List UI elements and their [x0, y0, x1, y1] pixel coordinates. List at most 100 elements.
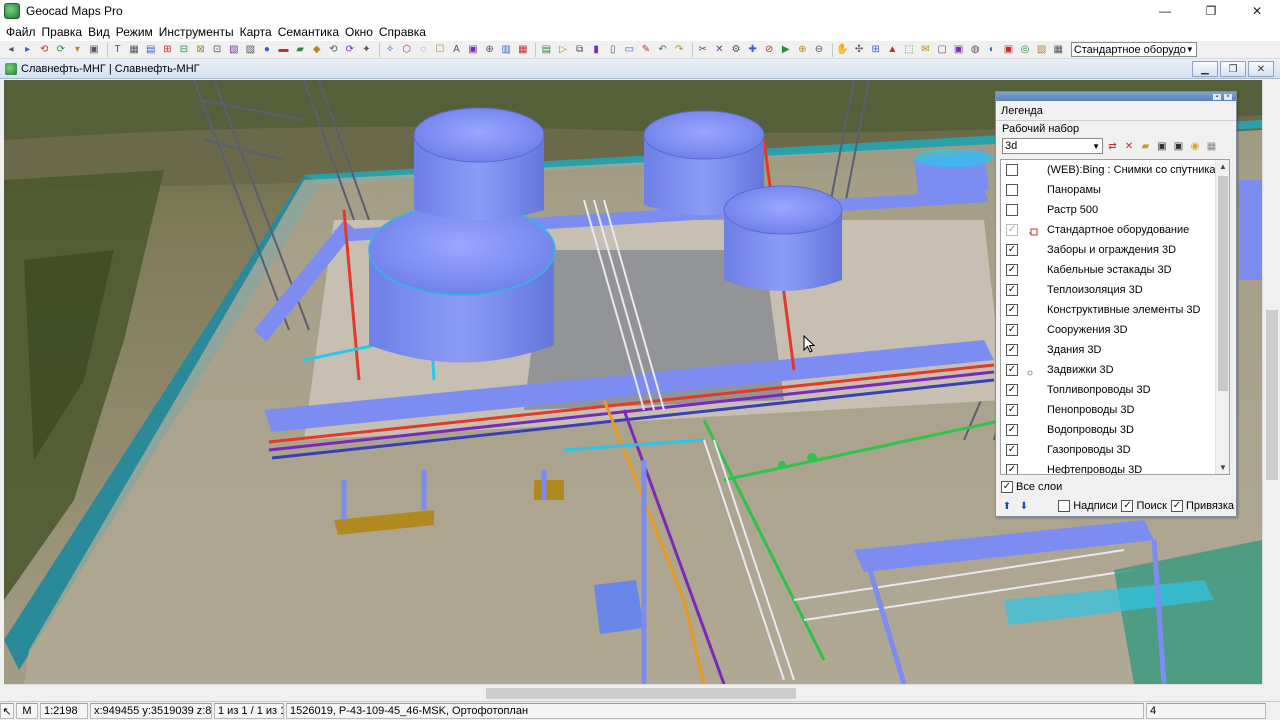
layer-visibility-checkbox[interactable]	[1006, 164, 1018, 176]
toolbar-tool-icon[interactable]: ▦	[127, 43, 141, 57]
layer-row[interactable]: ✓ Стандартное оборудование	[1001, 220, 1229, 240]
toolbar-tool-icon[interactable]: ▣	[952, 43, 966, 57]
legend-settings-icon[interactable]: ▦	[1205, 139, 1219, 153]
toolbar-tool-icon[interactable]: ▲	[885, 43, 899, 57]
legend-save-icon[interactable]: ▣	[1155, 139, 1169, 153]
toolbar-tool-icon[interactable]: ▭	[622, 43, 636, 57]
toolbar-tool-icon[interactable]: T	[111, 43, 125, 57]
toolbar-tool-icon[interactable]: ⊞	[869, 43, 883, 57]
horizontal-scroll-thumb[interactable]	[486, 688, 796, 699]
layer-list-scroll-thumb[interactable]	[1218, 176, 1228, 391]
layer-visibility-checkbox[interactable]: ✓	[1006, 244, 1018, 256]
toolbar-tool-icon[interactable]: ▤	[539, 43, 553, 57]
snap-option[interactable]: ✓ Привязка	[1170, 500, 1234, 512]
toolbar-tool-icon[interactable]: ◎	[1018, 43, 1032, 57]
toolbar-tool-icon[interactable]: ✂	[696, 43, 710, 57]
toolbar-tool-icon[interactable]: ▾	[70, 43, 84, 57]
toolbar-tool-icon[interactable]: ◆	[310, 43, 324, 57]
toolbar-tool-icon[interactable]: ▦	[1051, 43, 1065, 57]
toolbar-tool-icon[interactable]: ⊟	[177, 43, 191, 57]
layer-row[interactable]: ✓ Заборы и ограждения 3D	[1001, 240, 1229, 260]
legend-save-as-icon[interactable]: ▣	[1172, 139, 1186, 153]
legend-delete-icon[interactable]: ✕	[1122, 139, 1136, 153]
layer-visibility-checkbox[interactable]: ✓	[1006, 404, 1018, 416]
working-set-select[interactable]: 3d ▼	[1002, 138, 1103, 154]
toolbar-tool-icon[interactable]: ▥	[499, 43, 513, 57]
doc-minimize-button[interactable]: ▁	[1192, 61, 1218, 77]
layer-visibility-checkbox[interactable]: ✓	[1006, 304, 1018, 316]
legend-pin-button[interactable]: ▪	[1213, 93, 1221, 100]
toolbar-tool-icon[interactable]: ⟳	[54, 43, 68, 57]
toolbar-tool-icon[interactable]: ✣	[852, 43, 866, 57]
layer-row[interactable]: ✓ Нефтепроводы 3D	[1001, 460, 1229, 474]
layer-visibility-checkbox[interactable]	[1006, 184, 1018, 196]
layer-list-scrollbar[interactable]: ▲ ▼	[1215, 160, 1229, 474]
legend-open-icon[interactable]: ▰	[1139, 139, 1153, 153]
toolbar-tool-icon[interactable]: ⊕	[483, 43, 497, 57]
layer-visibility-checkbox[interactable]: ✓	[1006, 364, 1018, 376]
toolbar-tool-icon[interactable]: ✦	[359, 43, 373, 57]
toolbar-tool-icon[interactable]: ✋	[836, 43, 850, 57]
layer-row[interactable]: ✓ Водопроводы 3D	[1001, 420, 1229, 440]
toolbar-tool-icon[interactable]: ▦	[516, 43, 530, 57]
toolbar-tool-icon[interactable]: ⊠	[194, 43, 208, 57]
toolbar-tool-icon[interactable]: ⬚	[902, 43, 916, 57]
toolbar-tool-icon[interactable]: ▬	[277, 43, 291, 57]
toolbar-tool-icon[interactable]: ⊘	[762, 43, 776, 57]
all-layers-row[interactable]: ✓ Все слои	[1001, 479, 1062, 495]
toolbar-tool-icon[interactable]: ◂	[4, 43, 18, 57]
layer-row[interactable]: ✓ Кабельные эстакады 3D	[1001, 260, 1229, 280]
scroll-down-icon[interactable]: ▼	[1216, 461, 1229, 474]
layer-row[interactable]: ✓ Газопроводы 3D	[1001, 440, 1229, 460]
layer-visibility-checkbox[interactable]: ✓	[1006, 464, 1018, 474]
labels-option[interactable]: Надписи	[1058, 500, 1117, 512]
toolbar-tool-icon[interactable]: ▶	[779, 43, 793, 57]
toolbar-tool-icon[interactable]: ◐	[985, 43, 999, 57]
layer-row[interactable]: ✓ Сооружения 3D	[1001, 320, 1229, 340]
toolbar-tool-icon[interactable]: ▤	[144, 43, 158, 57]
menu-edit[interactable]: Правка	[39, 25, 86, 39]
layer-visibility-checkbox[interactable]: ✓	[1006, 224, 1018, 236]
all-layers-checkbox[interactable]: ✓	[1001, 481, 1013, 493]
menu-help[interactable]: Справка	[376, 25, 429, 39]
layer-visibility-checkbox[interactable]: ✓	[1006, 424, 1018, 436]
toolbar-tool-icon[interactable]: ✕	[712, 43, 726, 57]
close-button[interactable]: ✕	[1234, 0, 1280, 22]
layer-row[interactable]: Панорамы	[1001, 180, 1229, 200]
toolbar-tool-icon[interactable]: ⊖	[812, 43, 826, 57]
menu-window[interactable]: Окно	[342, 25, 376, 39]
layer-row[interactable]: ✓ Задвижки 3D	[1001, 360, 1229, 380]
toolbar-tool-icon[interactable]: ▸	[21, 43, 35, 57]
layer-visibility-checkbox[interactable]: ✓	[1006, 284, 1018, 296]
toolbar-tool-icon[interactable]: ✧	[383, 43, 397, 57]
layer-row[interactable]: ✓ Здания 3D	[1001, 340, 1229, 360]
layer-visibility-checkbox[interactable]: ✓	[1006, 264, 1018, 276]
map-horizontal-scrollbar[interactable]	[4, 684, 1262, 701]
toolbar-tool-icon[interactable]: ▷	[556, 43, 570, 57]
toolbar-tool-icon[interactable]: ▰	[293, 43, 307, 57]
layer-row[interactable]: (WEB):Bing : Снимки со спутника	[1001, 160, 1229, 180]
search-option[interactable]: ✓ Поиск	[1121, 500, 1167, 512]
layer-row[interactable]: Растр 500	[1001, 200, 1229, 220]
snap-checkbox[interactable]: ✓	[1170, 500, 1183, 512]
toolbar-tool-icon[interactable]: ↶	[656, 43, 670, 57]
layer-row[interactable]: ✓ Топливопроводы 3D	[1001, 380, 1229, 400]
toolbar-tool-icon[interactable]: ◍	[968, 43, 982, 57]
toolbar-tool-icon[interactable]: ⊞	[160, 43, 174, 57]
toolbar-tool-icon[interactable]: ▧	[227, 43, 241, 57]
layer-visibility-checkbox[interactable]: ✓	[1006, 444, 1018, 456]
toolbar-tool-icon[interactable]: ▧	[1035, 43, 1049, 57]
toolbar-tool-icon[interactable]: ⟲	[326, 43, 340, 57]
minimize-button[interactable]: —	[1142, 0, 1188, 22]
layer-visibility-checkbox[interactable]	[1006, 204, 1018, 216]
labels-checkbox[interactable]	[1058, 500, 1071, 512]
toolbar-tool-icon[interactable]: ⟳	[343, 43, 357, 57]
layer-visibility-checkbox[interactable]: ✓	[1006, 344, 1018, 356]
scroll-up-icon[interactable]: ▲	[1216, 160, 1229, 173]
legend-lamp-icon[interactable]: ◉	[1188, 139, 1202, 153]
toolbar-tool-icon[interactable]: ⊡	[210, 43, 224, 57]
menu-map[interactable]: Карта	[237, 25, 275, 39]
doc-close-button[interactable]: ✕	[1248, 61, 1274, 77]
move-layer-down-icon[interactable]: ⬇	[1017, 499, 1031, 513]
map-vertical-scrollbar[interactable]	[1262, 80, 1280, 684]
